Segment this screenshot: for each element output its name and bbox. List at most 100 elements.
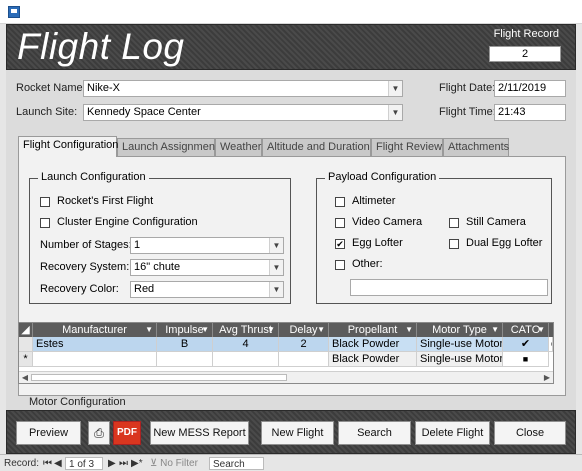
col-cato[interactable]: CATO ▼ [503,323,549,337]
recovery-color-combo[interactable]: Red ▼ [130,281,284,298]
first-flight-checkbox[interactable] [40,197,50,207]
preview-button[interactable]: Preview [16,421,81,445]
cell-manufacturer[interactable] [33,352,157,367]
sort-arrow-icon: ▼ [267,325,275,334]
tab-launch-assignment[interactable]: Launch Assignment [117,138,218,156]
table-row[interactable]: Estes B 4 2 Black Powder Single-use Moto… [19,337,553,352]
sort-arrow-icon: ▼ [145,325,153,334]
dual-egg-lofter-label: Dual Egg Lofter [466,237,543,249]
last-record-icon[interactable]: ⏭ [119,457,128,470]
cell-delay[interactable] [279,352,329,367]
egg-lofter-checkbox[interactable]: ✔ [335,239,345,249]
video-camera-checkbox[interactable] [335,218,345,228]
stages-combo[interactable]: 1 ▼ [130,237,284,254]
flight-date-value: 2/11/2019 [498,82,547,94]
no-filter-indicator[interactable]: ⊻ No Filter [150,457,198,470]
horizontal-scrollbar[interactable]: ◀ ▶ [19,371,553,383]
page-title: Flight Log [17,26,185,67]
new-row-marker: * [19,352,33,367]
dual-egg-lofter-checkbox[interactable] [449,239,459,249]
next-record-icon[interactable]: ▶ [108,457,116,470]
scrollbar-thumb[interactable] [31,374,287,381]
row-selector[interactable] [19,337,33,352]
cell-overflow: cu [549,337,553,352]
cell-cato-checkbox[interactable]: ■ [503,352,549,367]
tab-flight-configuration[interactable]: Flight Configuration [18,136,118,157]
launch-site-combo[interactable]: Kennedy Space Center ▼ [83,104,403,121]
filter-icon: ⊻ [150,458,158,469]
pdf-button[interactable]: PDF [113,421,141,445]
flight-time-field[interactable]: 21:43 [494,104,566,121]
video-camera-label: Video Camera [352,216,423,228]
chevron-down-icon[interactable]: ▼ [269,260,283,275]
tab-altitude-and-duration[interactable]: Altitude and Duration [262,138,371,156]
stages-value: 1 [134,239,141,251]
altimeter-checkbox[interactable] [335,197,345,207]
close-button[interactable]: Close [494,421,566,445]
new-flight-button[interactable]: New Flight [261,421,334,445]
scroll-right-icon[interactable]: ▶ [541,372,553,383]
access-app-icon [8,6,20,18]
cell-propellant[interactable]: Black Powder [329,352,417,367]
recovery-system-combo[interactable]: 16" chute ▼ [130,259,284,276]
cell-avg-thrust[interactable] [213,352,279,367]
payload-configuration-title: Payload Configuration [325,171,440,183]
cell-cato-checkbox[interactable]: ✔ [503,337,549,352]
record-search-input[interactable]: Search [209,457,264,470]
cluster-engine-label: Cluster Engine Configuration [57,216,198,228]
altimeter-label: Altimeter [352,195,396,207]
form-footer: Preview ⎙ PDF New MESS Report New Flight… [6,410,576,454]
col-manufacturer[interactable]: Manufacturer ▼ [33,323,157,337]
col-avg-thrust[interactable]: Avg Thrust ▼ [213,323,279,337]
first-record-icon[interactable]: ⏮ [43,457,52,470]
chevron-down-icon[interactable]: ▼ [269,282,283,297]
record-navigation-bar: Record: ⏮ ◀ 1 of 3 ▶ ⏭ ▶* ⊻ No Filter Se… [0,454,582,471]
chevron-down-icon[interactable]: ▼ [269,238,283,253]
cell-propellant[interactable]: Black Powder [329,337,417,352]
recovery-color-value: Red [134,283,155,295]
col-motor-type[interactable]: Motor Type ▼ [417,323,503,337]
sort-arrow-icon: ▼ [491,325,499,334]
current-record-field[interactable]: 1 of 3 [65,457,103,470]
cell-motor-type[interactable]: Single-use Motor [417,337,503,352]
chevron-down-icon[interactable]: ▼ [388,81,402,96]
cell-motor-type[interactable]: Single-use Motor [417,352,503,367]
cell-impulse[interactable]: B [157,337,213,352]
flight-record-field[interactable]: 2 [489,46,561,62]
rocket-name-label: Rocket Name: [16,82,86,94]
col-impulse[interactable]: Impulse ▼ [157,323,213,337]
tab-attachments[interactable]: Attachments [443,138,509,156]
cell-manufacturer[interactable]: Estes [33,337,157,352]
previous-record-icon[interactable]: ◀ [54,457,62,470]
new-record-icon[interactable]: ▶* [131,457,143,470]
motor-configuration-title: Motor Configuration [29,396,126,408]
grid-header: ◢ Manufacturer ▼ Impulse ▼ Avg Thrust ▼ Del… [19,323,553,337]
chevron-down-icon[interactable]: ▼ [388,105,402,120]
search-button[interactable]: Search [338,421,411,445]
col-delay[interactable]: Delay ▼ [279,323,329,337]
printer-icon[interactable]: ⎙ [88,421,110,445]
rocket-name-combo[interactable]: Nike-X ▼ [83,80,403,97]
form-header: Flight Log Flight Record 2 [6,24,576,70]
rocket-name-value: Nike-X [87,82,121,94]
cell-delay[interactable]: 2 [279,337,329,352]
first-flight-label: Rocket's First Flight [57,195,154,207]
motor-configuration-grid[interactable]: ◢ Manufacturer ▼ Impulse ▼ Avg Thrust ▼ Del… [18,322,554,384]
table-row[interactable]: * Black Powder Single-use Motor ■ [19,352,553,367]
scroll-left-icon[interactable]: ◀ [19,372,31,383]
other-checkbox[interactable] [335,260,345,270]
tab-weather[interactable]: Weather [215,138,262,156]
flight-date-field[interactable]: 2/11/2019 [494,80,566,97]
other-payload-field[interactable] [350,279,548,296]
cell-avg-thrust[interactable]: 4 [213,337,279,352]
select-all-corner[interactable]: ◢ [19,323,33,337]
sort-arrow-icon: ▼ [405,325,413,334]
col-propellant[interactable]: Propellant ▼ [329,323,417,337]
still-camera-checkbox[interactable] [449,218,459,228]
cell-impulse[interactable] [157,352,213,367]
tab-flight-review[interactable]: Flight Review [371,138,443,156]
new-mess-report-button[interactable]: New MESS Report [150,421,249,445]
cluster-engine-checkbox[interactable] [40,218,50,228]
delete-flight-button[interactable]: Delete Flight [415,421,490,445]
sort-arrow-icon: ▼ [201,325,209,334]
